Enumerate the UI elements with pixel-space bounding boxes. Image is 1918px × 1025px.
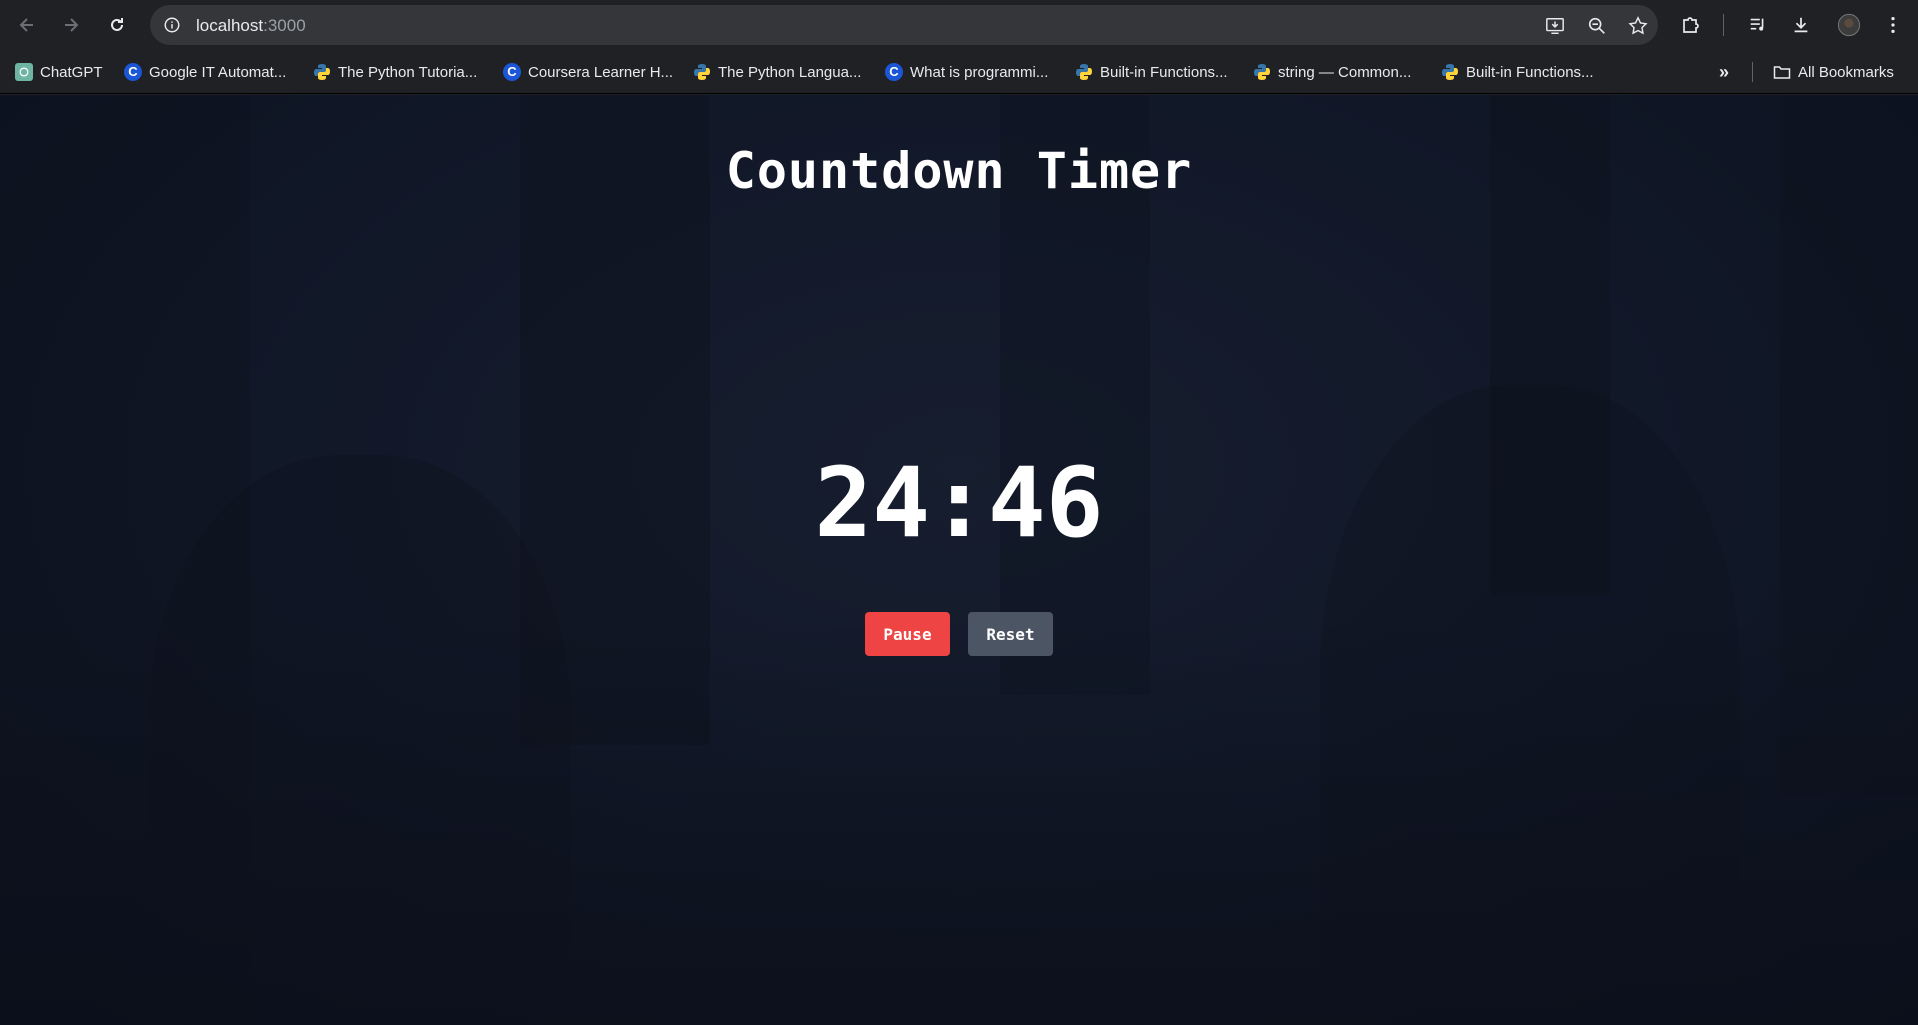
reload-icon: [111, 18, 123, 31]
extensions-icon[interactable]: [1678, 12, 1704, 38]
browser-toolbar: localhost:3000: [0, 0, 1918, 50]
bookmarks-divider: [1752, 62, 1753, 82]
chatgpt-icon: [15, 63, 33, 81]
bookmark-star-icon[interactable]: [1627, 15, 1649, 37]
python-icon: [1441, 63, 1459, 81]
coursera-icon: C: [503, 63, 521, 81]
bookmark-label: Coursera Learner H...: [528, 63, 674, 81]
site-info-icon[interactable]: [162, 15, 182, 35]
pause-button[interactable]: Pause: [865, 612, 950, 656]
bookmark-label: The Python Langua...: [718, 63, 862, 81]
coursera-icon: C: [124, 63, 142, 81]
bookmark-chatgpt[interactable]: ChatGPT: [15, 61, 103, 83]
bookmark-what-is-programming[interactable]: C What is programmi...: [885, 61, 1048, 83]
page-viewport: Countdown Timer 24:46 Pause Reset: [0, 95, 1918, 1025]
page-title: Countdown Timer: [725, 142, 1193, 200]
back-arrow-icon: [19, 18, 33, 32]
address-bar[interactable]: localhost:3000: [150, 5, 1658, 45]
back-button[interactable]: [12, 10, 42, 40]
all-bookmarks-button[interactable]: All Bookmarks: [1773, 61, 1894, 83]
coursera-icon: C: [885, 63, 903, 81]
bookmark-python-tutorial[interactable]: The Python Tutoria...: [313, 61, 477, 83]
url-text[interactable]: localhost:3000: [196, 16, 306, 36]
reset-button[interactable]: Reset: [968, 612, 1053, 656]
bookmark-label: What is programmi...: [910, 63, 1049, 81]
bookmark-builtin-functions-2[interactable]: Built-in Functions...: [1441, 61, 1594, 83]
folder-icon: [1773, 63, 1791, 81]
forward-button[interactable]: [56, 10, 86, 40]
bookmark-coursera-learner[interactable]: C Coursera Learner H...: [503, 61, 673, 83]
bookmark-label: Built-in Functions...: [1466, 63, 1594, 81]
downloads-icon[interactable]: [1788, 12, 1814, 38]
timer-controls: Pause Reset: [0, 612, 1918, 656]
more-bookmarks-chevron-icon[interactable]: »: [1712, 62, 1736, 82]
bookmarks-bar: ChatGPT C Google IT Automat... The Pytho…: [0, 50, 1918, 94]
install-app-icon[interactable]: [1544, 15, 1566, 37]
all-bookmarks-label: All Bookmarks: [1798, 63, 1894, 81]
python-icon: [1253, 63, 1271, 81]
python-icon: [1075, 63, 1093, 81]
bookmark-label: ChatGPT: [40, 63, 103, 81]
bookmark-string-common[interactable]: string — Common...: [1253, 61, 1411, 83]
reading-list-icon[interactable]: [1745, 12, 1771, 38]
bookmark-label: Built-in Functions...: [1100, 63, 1228, 81]
profile-avatar[interactable]: [1836, 12, 1862, 38]
countdown-display: 24:46: [814, 447, 1104, 559]
zoom-icon[interactable]: [1586, 15, 1608, 37]
bookmark-python-language[interactable]: The Python Langua...: [693, 61, 861, 83]
bookmark-label: string — Common...: [1278, 63, 1412, 81]
bookmark-builtin-functions[interactable]: Built-in Functions...: [1075, 61, 1228, 83]
python-icon: [313, 63, 331, 81]
python-icon: [693, 63, 711, 81]
background-overlay: [0, 95, 1918, 1025]
bookmark-label: Google IT Automat...: [149, 63, 287, 81]
reload-button[interactable]: [102, 10, 132, 40]
bookmark-google-it[interactable]: C Google IT Automat...: [124, 61, 286, 83]
url-port: :3000: [263, 16, 306, 35]
toolbar-divider: [1723, 14, 1724, 36]
menu-kebab-icon[interactable]: [1880, 12, 1906, 38]
forward-arrow-icon: [65, 18, 79, 32]
bookmark-label: The Python Tutoria...: [338, 63, 478, 81]
url-host: localhost: [196, 16, 264, 35]
